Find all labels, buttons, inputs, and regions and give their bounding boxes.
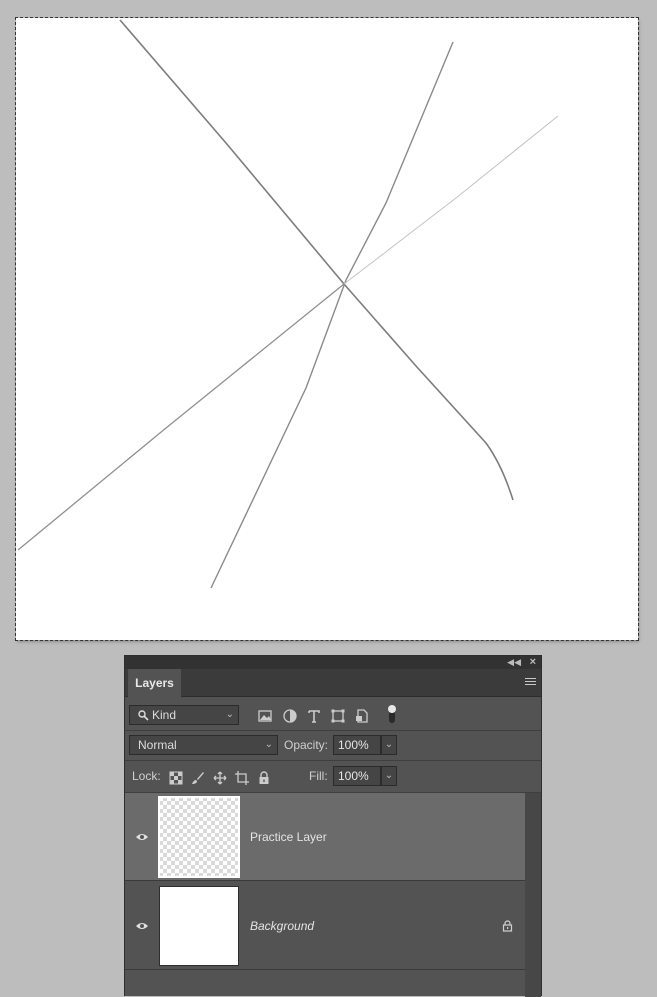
tab-layers[interactable]: Layers — [128, 669, 181, 697]
opacity-label: Opacity: — [284, 738, 329, 752]
opacity-slider-toggle[interactable]: ⌄ — [381, 735, 397, 755]
chevron-down-icon: ⌄ — [264, 739, 273, 750]
layer-name[interactable]: Background — [250, 919, 314, 933]
canvas-drawing — [17, 19, 559, 589]
kind-filter-dropdown[interactable]: Kind ⌄ — [129, 705, 239, 725]
chevron-down-icon: ⌄ — [225, 709, 234, 720]
filter-toggle-switch[interactable] — [388, 705, 396, 723]
search-icon — [138, 710, 149, 721]
close-icon[interactable]: × — [530, 656, 536, 669]
fill-input[interactable]: 100% — [333, 766, 381, 786]
eye-icon[interactable] — [135, 921, 149, 931]
panel-titlebar[interactable]: ◀◀ × — [125, 656, 541, 669]
lock-label: Lock: — [132, 769, 161, 783]
filter-row: Kind ⌄ — [125, 697, 541, 731]
layer-thumbnail[interactable] — [158, 796, 240, 878]
panel-menu-icon[interactable] — [525, 678, 536, 687]
stroke-line-3 — [17, 283, 345, 551]
lock-transparent-pixels-icon[interactable] — [169, 771, 183, 785]
layers-scrollbar[interactable] — [525, 793, 541, 997]
layer-row-background[interactable]: Background — [125, 882, 527, 970]
stroke-line-4 — [343, 115, 559, 285]
lock-artboard-icon[interactable] — [235, 771, 249, 785]
layers-panel: ◀◀ × Layers Kind ⌄ Normal ⌄ Opacity: 100… — [124, 655, 542, 997]
lock-fill-row: Lock: Fill: 100% ⌄ — [125, 761, 541, 793]
blend-mode-dropdown[interactable]: Normal ⌄ — [129, 735, 278, 755]
smart-object-filter-icon[interactable] — [354, 708, 370, 724]
opacity-input[interactable]: 100% — [333, 735, 381, 755]
lock-image-pixels-icon[interactable] — [191, 771, 205, 785]
document-canvas[interactable] — [15, 17, 639, 641]
layer-lock-icon[interactable] — [502, 920, 513, 932]
collapse-icon[interactable]: ◀◀ — [507, 656, 521, 669]
shape-layer-filter-icon[interactable] — [330, 708, 346, 724]
eye-icon[interactable] — [135, 832, 149, 842]
layer-name[interactable]: Practice Layer — [250, 830, 327, 844]
pixel-layer-filter-icon[interactable] — [257, 708, 273, 724]
layer-row-practice-layer[interactable]: Practice Layer — [125, 793, 527, 881]
adjustment-layer-filter-icon[interactable] — [282, 708, 298, 724]
type-layer-filter-icon[interactable] — [306, 708, 322, 724]
fill-slider-toggle[interactable]: ⌄ — [381, 766, 397, 786]
stroke-line-2 — [210, 41, 454, 589]
layer-thumbnail[interactable] — [159, 886, 239, 966]
fill-label: Fill: — [309, 769, 328, 783]
kind-label: Kind — [152, 708, 177, 722]
blend-opacity-row: Normal ⌄ Opacity: 100% ⌄ — [125, 731, 541, 761]
blend-mode-value: Normal — [138, 738, 177, 752]
stroke-line-1 — [119, 19, 514, 501]
panel-tab-row: Layers — [125, 669, 541, 697]
lock-position-icon[interactable] — [213, 771, 227, 785]
lock-all-icon[interactable] — [257, 771, 271, 785]
